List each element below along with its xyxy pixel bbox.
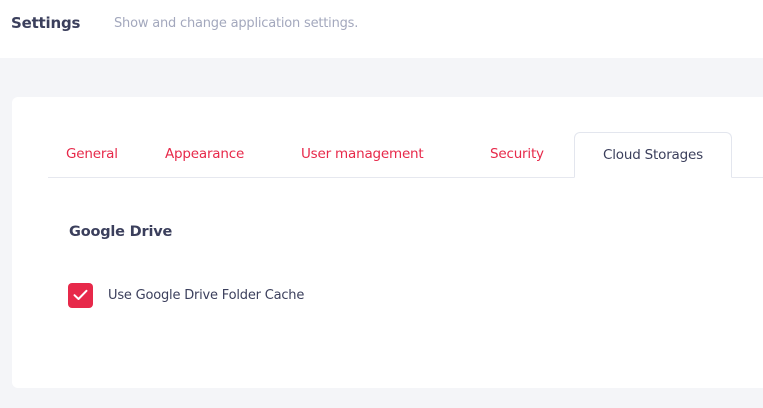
tab-appearance[interactable]: Appearance bbox=[165, 133, 244, 176]
google-drive-cache-checkbox[interactable] bbox=[68, 282, 93, 308]
check-icon bbox=[73, 289, 88, 300]
tab-cloud-storages[interactable]: Cloud Storages bbox=[574, 132, 732, 178]
google-drive-cache-label: Use Google Drive Folder Cache bbox=[108, 287, 305, 303]
tab-general[interactable]: General bbox=[66, 133, 118, 176]
page-header: Settings Show and change application set… bbox=[0, 0, 763, 58]
page-subtitle: Show and change application settings. bbox=[114, 16, 359, 31]
google-drive-cache-option[interactable]: Use Google Drive Folder Cache bbox=[68, 282, 304, 308]
section-title-google-drive: Google Drive bbox=[69, 224, 173, 240]
tab-security[interactable]: Security bbox=[490, 133, 544, 176]
settings-tabs: General Appearance User management Secur… bbox=[48, 132, 763, 178]
tab-user-management[interactable]: User management bbox=[301, 133, 424, 176]
page-title: Settings bbox=[11, 14, 81, 32]
